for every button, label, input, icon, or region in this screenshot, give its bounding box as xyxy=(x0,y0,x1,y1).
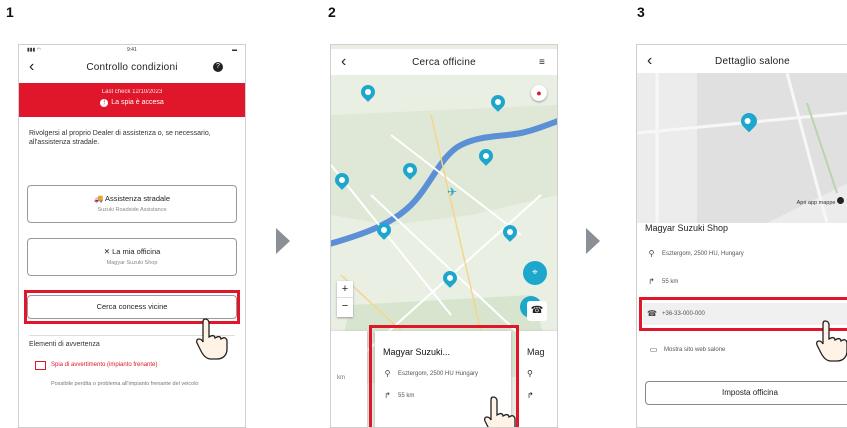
signal-icon: ▮▮▮ ◠ xyxy=(27,47,42,53)
card-distance: km xyxy=(337,375,345,381)
workshop-sublabel: Magyar Suzuki Shop xyxy=(106,260,158,266)
roadside-sublabel: Suzuki Roadside Assistance xyxy=(97,207,167,213)
alert-date: Last check 12/10/2023 xyxy=(101,89,163,95)
alert-status-text: La spia è accesa xyxy=(111,99,164,106)
roadside-label: Assistenza stradale xyxy=(104,194,171,203)
tow-truck-icon: 🚚 xyxy=(93,194,104,203)
dealer-card-previous[interactable]: km xyxy=(331,331,367,427)
website-link[interactable]: Mostra sito web salone xyxy=(664,347,725,353)
set-workshop-button[interactable]: Imposta officina xyxy=(645,381,847,405)
location-pin-icon: ⚲ xyxy=(527,369,533,378)
page-title: Controllo condizioni xyxy=(86,61,178,73)
warning-item-title: Spia di avvertimento (impianto frenante) xyxy=(51,362,158,368)
open-maps-link[interactable]: Apri app mappe xyxy=(797,197,844,206)
dealer-name: Magyar Suzuki Shop xyxy=(645,223,729,233)
workshop-label: La mia officina xyxy=(112,247,161,256)
header: ‹ Controllo condizioni ? xyxy=(19,55,245,79)
alert-status: ! La spia è accesa xyxy=(19,99,245,107)
tap-hand-icon xyxy=(195,318,228,360)
next-step-arrow-icon xyxy=(276,228,290,254)
alert-banner: Last check 12/10/2023 ! La spia è accesa xyxy=(19,83,245,117)
card-title: Mag xyxy=(527,347,545,357)
back-arrow-icon[interactable]: ‹ xyxy=(647,53,653,69)
screen-dealer-detail: ‹ Dettaglio salone Apri app mappe Magyar… xyxy=(636,44,847,428)
route-icon: ↱ xyxy=(527,391,534,400)
list-view-icon[interactable]: ≡ xyxy=(539,57,545,68)
location-pin-icon: ⚲ xyxy=(648,249,655,258)
step-number-3: 3 xyxy=(637,4,645,20)
instruction-text: Rivolgersi al proprio Dealer di assisten… xyxy=(29,130,211,146)
brake-warning-icon xyxy=(35,361,46,370)
header: ‹ Cerca officine ≡ xyxy=(331,49,557,75)
phone-icon[interactable]: ☎ xyxy=(527,301,547,321)
dealer-distance: 55 km xyxy=(662,278,679,285)
tap-hand-icon xyxy=(483,396,516,427)
route-icon: ↱ xyxy=(648,277,655,286)
monitor-icon: ▭ xyxy=(649,345,658,354)
dealer-address: Esztergom, 2500 HU, Hungary xyxy=(662,250,744,257)
help-icon[interactable]: ? xyxy=(213,62,223,72)
location-marker-icon[interactable]: ● xyxy=(531,85,547,101)
roadside-assistance-button[interactable]: 🚚 Assistenza stradale Suzuki Roadside As… xyxy=(27,185,237,223)
page-title: Dettaglio salone xyxy=(715,55,790,67)
page-title: Cerca officine xyxy=(412,56,476,68)
warning-item-desc: Possibile perdita o problema all'impiant… xyxy=(51,381,199,387)
current-location-icon: ✈ xyxy=(447,185,458,199)
zoom-out-button[interactable]: − xyxy=(337,297,353,314)
my-workshop-button[interactable]: ✕ La mia officina Magyar Suzuki Shop xyxy=(27,238,237,276)
status-time: 9:41 xyxy=(127,47,137,53)
zoom-controls: + − xyxy=(337,281,353,317)
screen-condition-check: ▮▮▮ ◠ 9:41 ▬ ‹ Controllo condizioni ? La… xyxy=(18,44,246,428)
screen-find-workshops: ‹ Cerca officine ≡ ● ✈ + − ⌖ ☎ km Magyar… xyxy=(330,44,558,428)
tools-icon: ✕ xyxy=(103,247,110,256)
tap-hand-icon xyxy=(815,320,847,362)
warning-section-title: Elementi di avvertenza xyxy=(29,341,100,348)
external-link-icon xyxy=(837,197,844,204)
step-number-2: 2 xyxy=(328,4,336,20)
open-maps-label: Apri app mappe xyxy=(796,200,836,206)
zoom-in-button[interactable]: + xyxy=(337,281,353,297)
next-step-arrow-icon xyxy=(586,228,600,254)
battery-icon: ▬ xyxy=(232,47,237,53)
status-bar: ▮▮▮ ◠ 9:41 ▬ xyxy=(27,47,237,55)
step-number-1: 1 xyxy=(6,4,14,20)
locate-me-button[interactable]: ⌖ xyxy=(523,261,547,285)
warning-circle-icon: ! xyxy=(100,99,109,107)
header: ‹ Dettaglio salone xyxy=(637,49,847,73)
dealer-card-next[interactable]: Mag ⚲ ↱ xyxy=(519,331,557,427)
